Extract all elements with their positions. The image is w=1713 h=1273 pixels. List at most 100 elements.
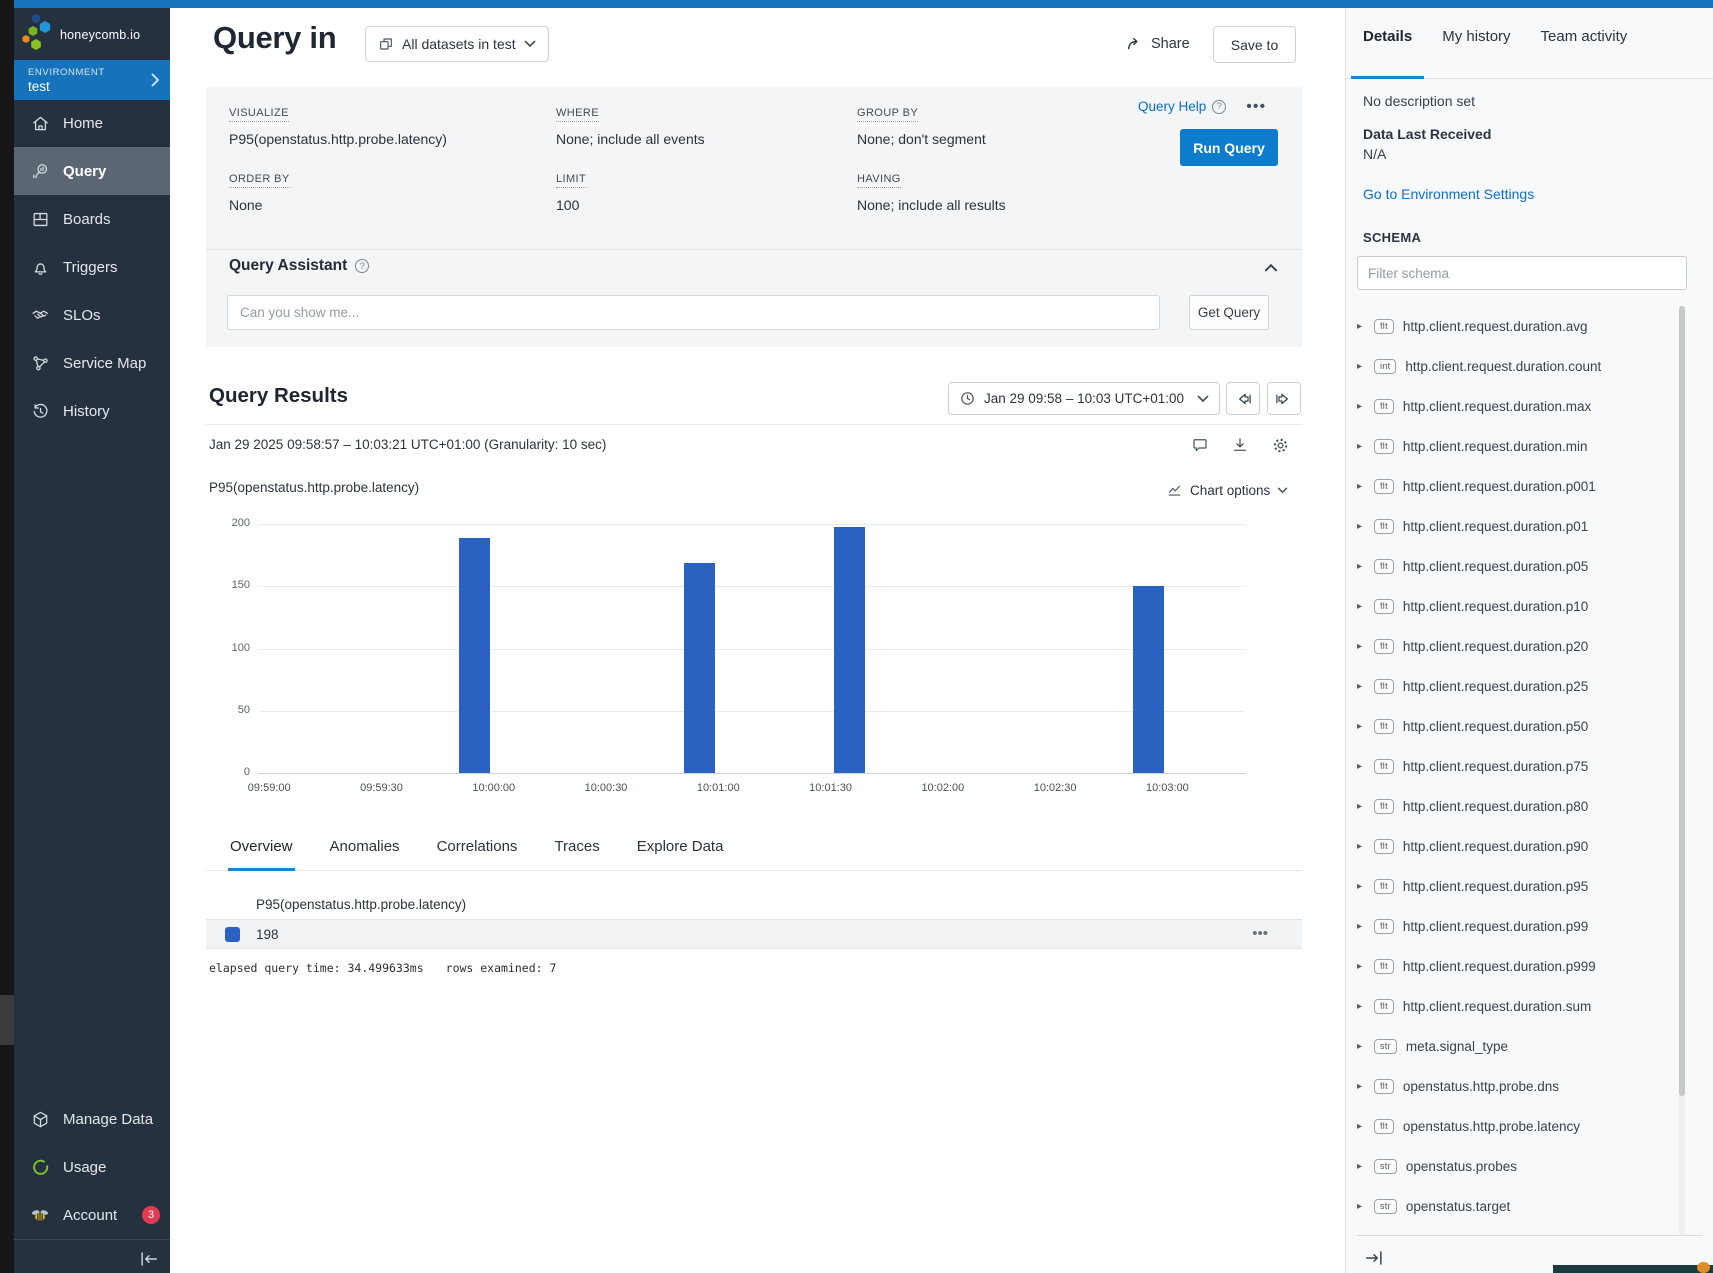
builder-field-value[interactable]: P95(openstatus.http.probe.latency) (229, 131, 556, 147)
sidebar-item-usage[interactable]: Usage (14, 1143, 170, 1191)
expand-caret-icon[interactable]: ▸ (1357, 321, 1365, 332)
chart-plot-area[interactable] (258, 524, 1246, 773)
sidebar-item-boards[interactable]: Boards (14, 195, 170, 243)
builder-field-label[interactable]: LIMIT (556, 173, 586, 188)
expand-caret-icon[interactable]: ▸ (1357, 561, 1365, 572)
help-icon[interactable]: ? (1212, 100, 1226, 114)
schema-row-http-client-request-duration-p99[interactable]: ▸flthttp.client.request.duration.p99 (1357, 906, 1677, 946)
chart-bar[interactable] (834, 527, 865, 774)
builder-field-label[interactable]: ORDER BY (229, 173, 290, 188)
sidebar-collapse-button[interactable] (136, 1246, 162, 1272)
next-time-window-button[interactable] (1267, 382, 1301, 415)
builder-field-value[interactable]: None; include all events (556, 131, 857, 147)
chart-options-button[interactable]: Chart options (1166, 482, 1288, 499)
sidebar-item-account[interactable]: Account3 (14, 1191, 170, 1239)
logo[interactable]: honeycomb.io (14, 8, 170, 60)
sidebar-item-history[interactable]: History (14, 387, 170, 435)
schema-filter-input[interactable] (1357, 256, 1687, 290)
schema-row-http-client-request-duration-p01[interactable]: ▸flthttp.client.request.duration.p01 (1357, 506, 1677, 546)
run-query-button[interactable]: Run Query (1180, 129, 1278, 166)
panel-collapse-button[interactable] (1360, 1244, 1388, 1272)
expand-caret-icon[interactable]: ▸ (1357, 881, 1365, 892)
schema-row-http-client-request-duration-p25[interactable]: ▸flthttp.client.request.duration.p25 (1357, 666, 1677, 706)
builder-field-label[interactable]: HAVING (857, 173, 901, 188)
schema-row-http-client-request-duration-p95[interactable]: ▸flthttp.client.request.duration.p95 (1357, 866, 1677, 906)
expand-caret-icon[interactable]: ▸ (1357, 921, 1365, 932)
panel-tab-details[interactable]: Details (1363, 28, 1412, 58)
expand-caret-icon[interactable]: ▸ (1357, 841, 1365, 852)
expand-caret-icon[interactable]: ▸ (1357, 361, 1365, 372)
expand-caret-icon[interactable]: ▸ (1357, 441, 1365, 452)
builder-field-value[interactable]: None (229, 197, 556, 213)
expand-caret-icon[interactable]: ▸ (1357, 601, 1365, 612)
expand-caret-icon[interactable]: ▸ (1357, 521, 1365, 532)
time-range-button[interactable]: Jan 29 09:58 – 10:03 UTC+01:00 (948, 382, 1220, 415)
builder-field-label[interactable]: GROUP BY (857, 107, 918, 122)
more-options-icon[interactable]: ••• (1246, 102, 1266, 112)
gear-icon[interactable] (1270, 435, 1290, 455)
schema-row-http-client-request-duration-p05[interactable]: ▸flthttp.client.request.duration.p05 (1357, 546, 1677, 586)
sidebar-item-query[interactable]: Query (14, 147, 170, 195)
schema-row-openstatus-probes[interactable]: ▸stropenstatus.probes (1357, 1146, 1677, 1186)
builder-field-limit[interactable]: LIMIT 100 (556, 169, 857, 213)
expand-caret-icon[interactable]: ▸ (1357, 1201, 1365, 1212)
builder-field-visualize[interactable]: VISUALIZEP95(openstatus.http.probe.laten… (229, 103, 556, 147)
expand-caret-icon[interactable]: ▸ (1357, 481, 1365, 492)
panel-tab-my-history[interactable]: My history (1442, 28, 1510, 58)
schema-row-openstatus-http-probe-dns[interactable]: ▸fltopenstatus.http.probe.dns (1357, 1066, 1677, 1106)
builder-field-value[interactable]: None; don't segment (857, 131, 1187, 147)
row-more-options-icon[interactable]: ••• (1252, 930, 1268, 938)
builder-field-having[interactable]: HAVING None; include all results (857, 169, 1187, 213)
sidebar-item-triggers[interactable]: Triggers (14, 243, 170, 291)
schema-row-http-client-request-duration-max[interactable]: ▸flthttp.client.request.duration.max (1357, 386, 1677, 426)
get-query-button[interactable]: Get Query (1189, 295, 1269, 330)
expand-caret-icon[interactable]: ▸ (1357, 1041, 1365, 1052)
schema-row-meta-signal-type[interactable]: ▸strmeta.signal_type (1357, 1026, 1677, 1066)
share-button[interactable]: Share (1125, 34, 1190, 53)
sidebar-item-home[interactable]: Home (14, 99, 170, 147)
schema-row-http-client-request-duration-p001[interactable]: ▸flthttp.client.request.duration.p001 (1357, 466, 1677, 506)
assistant-prompt-input[interactable] (227, 295, 1160, 330)
dataset-selector-button[interactable]: All datasets in test (365, 26, 549, 62)
schema-row-http-client-request-duration-avg[interactable]: ▸flthttp.client.request.duration.avg (1357, 306, 1677, 346)
expand-caret-icon[interactable]: ▸ (1357, 721, 1365, 732)
scrollbar-thumb[interactable] (1679, 306, 1685, 1096)
expand-caret-icon[interactable]: ▸ (1357, 1121, 1365, 1132)
previous-time-window-button[interactable] (1226, 382, 1260, 415)
builder-field-where[interactable]: WHERENone; include all events (556, 103, 857, 147)
sidebar-item-service-map[interactable]: Service Map (14, 339, 170, 387)
schema-row-http-client-request-duration-count[interactable]: ▸inthttp.client.request.duration.count (1357, 346, 1677, 386)
builder-field-order-by[interactable]: ORDER BY None (229, 169, 556, 213)
summary-table-row[interactable]: 198 ••• (206, 919, 1302, 949)
query-help-link[interactable]: Query Help (1138, 99, 1206, 114)
schema-row-http-client-request-duration-sum[interactable]: ▸flthttp.client.request.duration.sum (1357, 986, 1677, 1026)
expand-caret-icon[interactable]: ▸ (1357, 1081, 1365, 1092)
expand-caret-icon[interactable]: ▸ (1357, 641, 1365, 652)
schema-row-http-client-request-duration-p75[interactable]: ▸flthttp.client.request.duration.p75 (1357, 746, 1677, 786)
expand-caret-icon[interactable]: ▸ (1357, 1161, 1365, 1172)
save-to-button[interactable]: Save to (1213, 26, 1296, 63)
schema-row-http-client-request-duration-min[interactable]: ▸flthttp.client.request.duration.min (1357, 426, 1677, 466)
chart-bar[interactable] (1133, 586, 1164, 773)
schema-row-openstatus-target[interactable]: ▸stropenstatus.target (1357, 1186, 1677, 1226)
expand-caret-icon[interactable]: ▸ (1357, 801, 1365, 812)
expand-caret-icon[interactable]: ▸ (1357, 761, 1365, 772)
sidebar-item-slos[interactable]: SLOs (14, 291, 170, 339)
expand-caret-icon[interactable]: ▸ (1357, 961, 1365, 972)
panel-tab-team-activity[interactable]: Team activity (1541, 28, 1628, 58)
schema-row-http-client-request-duration-p10[interactable]: ▸flthttp.client.request.duration.p10 (1357, 586, 1677, 626)
tab-correlations[interactable]: Correlations (435, 826, 520, 871)
expand-caret-icon[interactable]: ▸ (1357, 1001, 1365, 1012)
builder-field-value[interactable]: 100 (556, 197, 857, 213)
builder-field-value[interactable]: None; include all results (857, 197, 1187, 213)
assistant-help-icon[interactable]: ? (355, 259, 369, 273)
download-icon[interactable] (1230, 435, 1250, 455)
tab-explore-data[interactable]: Explore Data (635, 826, 726, 871)
expand-caret-icon[interactable]: ▸ (1357, 681, 1365, 692)
tab-overview[interactable]: Overview (228, 826, 295, 871)
schema-row-http-client-request-duration-p80[interactable]: ▸flthttp.client.request.duration.p80 (1357, 786, 1677, 826)
tab-anomalies[interactable]: Anomalies (328, 826, 402, 871)
expand-caret-icon[interactable]: ▸ (1357, 401, 1365, 412)
schema-row-http-client-request-duration-p50[interactable]: ▸flthttp.client.request.duration.p50 (1357, 706, 1677, 746)
tab-traces[interactable]: Traces (552, 826, 601, 871)
